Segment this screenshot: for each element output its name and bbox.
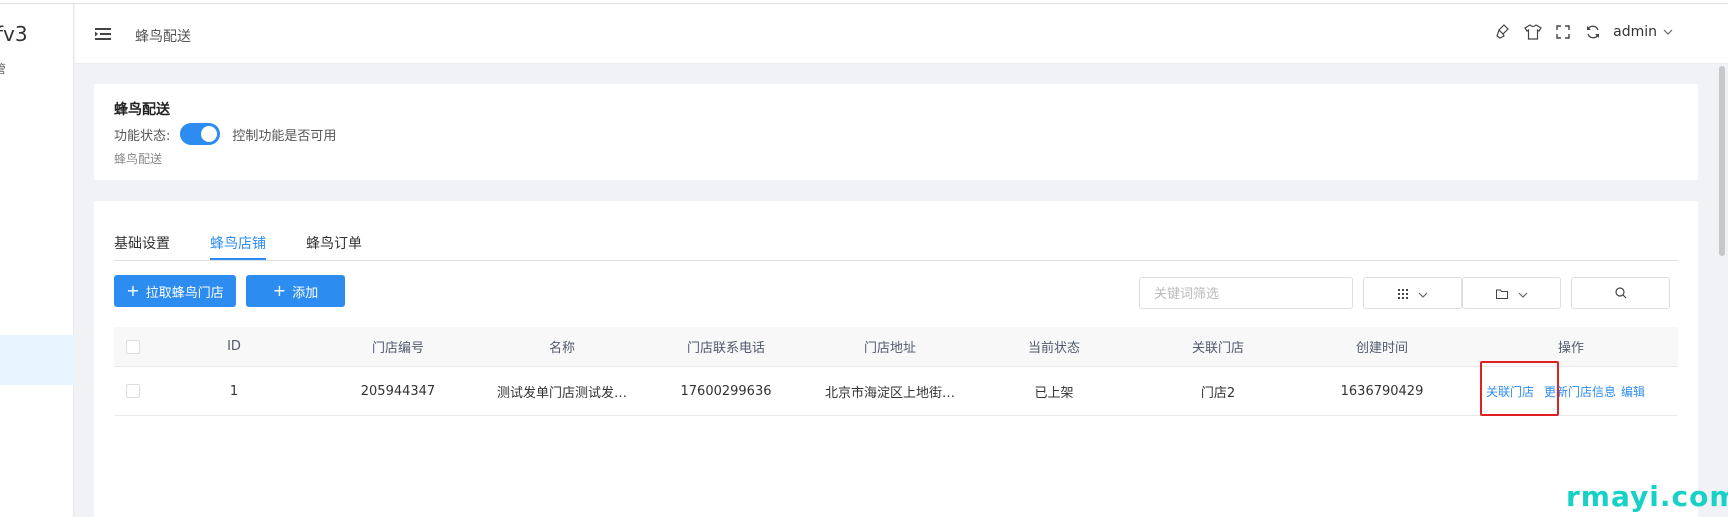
sidebar-logo: fv3 [0,22,28,46]
col-created: 创建时间 [1355,341,1408,356]
feature-card: 蜂鸟配送 功能状态: 控制功能是否可用 蜂鸟配送 [94,84,1698,180]
select-all-cell [114,327,152,366]
table-header: ID 门店编号 名称 门店联系电话 门店地址 当前状态 关联门店 创建时间 操作 [114,327,1678,367]
clear-cache-icon[interactable] [1493,22,1513,42]
cell-address: 北京市海淀区上地街… [824,385,955,401]
cell-id: 1 [229,383,239,399]
edit-action[interactable]: 编辑 [1621,383,1645,400]
col-status: 当前状态 [1027,341,1080,356]
feature-title: 蜂鸟配送 [114,102,170,118]
sidebar-logo-sub: 管 [0,62,7,76]
store-table: ID 门店编号 名称 门店联系电话 门店地址 当前状态 关联门店 创建时间 操作… [114,327,1678,416]
chevron-down-icon [1518,284,1528,303]
header-tools: admin [1493,22,1673,42]
feature-description: 蜂鸟配送 [114,152,163,166]
search-icon [1614,284,1627,303]
top-header: 蜂鸟配送 admin [75,4,1728,64]
cell-name: 测试发单门店测试发… [496,385,627,401]
switch-knob [201,126,218,142]
plus-icon: + [126,281,140,300]
watermark: rmayi.com [1566,480,1728,513]
row-select-cell [114,367,152,415]
add-button[interactable]: + 添加 [246,275,345,307]
tab-active-indicator [210,258,266,260]
chevron-down-icon [1418,284,1428,303]
table-row: 1 205944347 测试发单门店测试发… 17600299636 北京市海淀… [114,367,1678,416]
refresh-icon[interactable] [1583,22,1603,42]
highlight-annotation-box [1480,361,1559,416]
keyword-search-input[interactable] [1139,277,1353,309]
search-button[interactable] [1571,277,1670,309]
col-linked-store: 关联门店 [1191,341,1244,356]
tab-bar: 基础设置 蜂鸟店铺 蜂鸟订单 [114,221,1678,261]
store-card: 基础设置 蜂鸟店铺 蜂鸟订单 + 拉取蜂鸟门店 + 添加 关键词筛选 ID 门店… [94,201,1698,517]
cell-store-no: 205944347 [360,383,436,399]
col-address: 门店地址 [863,341,916,356]
tab-fengniao-orders[interactable]: 蜂鸟订单 [306,233,362,253]
cell-linked-store: 门店2 [1200,385,1236,401]
pull-stores-button[interactable]: + 拉取蜂鸟门店 [114,275,236,307]
row-checkbox[interactable] [126,384,140,398]
status-hint: 控制功能是否可用 [232,128,337,144]
col-id: ID [227,339,241,354]
cell-phone: 17600299636 [680,383,772,399]
pull-stores-label: 拉取蜂鸟门店 [145,285,224,301]
user-menu[interactable]: admin [1613,24,1673,40]
chevron-down-icon [1663,24,1673,40]
breadcrumb[interactable]: 蜂鸟配送 [135,26,191,46]
fullscreen-icon[interactable] [1553,22,1573,42]
feature-status-row: 功能状态: 控制功能是否可用 [114,123,336,145]
tab-fengniao-stores[interactable]: 蜂鸟店铺 [210,233,266,253]
feature-toggle-switch[interactable] [180,123,221,145]
select-all-checkbox[interactable] [126,339,140,354]
sidebar-active-item[interactable] [0,335,74,385]
sidebar: fv3 管 [0,4,74,517]
tab-basic-settings[interactable]: 基础设置 [114,233,170,253]
columns-dropdown-button[interactable] [1363,277,1462,309]
grid-icon [1397,284,1408,303]
export-dropdown-button[interactable] [1462,277,1561,309]
col-phone: 门店联系电话 [686,341,765,356]
page-scrollbar[interactable] [1717,64,1728,517]
add-label: 添加 [292,285,319,301]
status-label: 功能状态: [114,128,171,144]
theme-shirt-icon[interactable] [1523,22,1543,42]
col-store-no: 门店编号 [371,341,424,356]
user-name: admin [1613,24,1657,40]
plus-icon: + [272,281,287,300]
scrollbar-thumb[interactable] [1719,66,1725,256]
col-name: 名称 [548,341,575,356]
cell-status: 已上架 [1034,385,1074,401]
cell-created: 1636790429 [1340,383,1424,399]
menu-toggle-icon[interactable] [95,26,111,40]
folder-icon [1495,284,1508,303]
